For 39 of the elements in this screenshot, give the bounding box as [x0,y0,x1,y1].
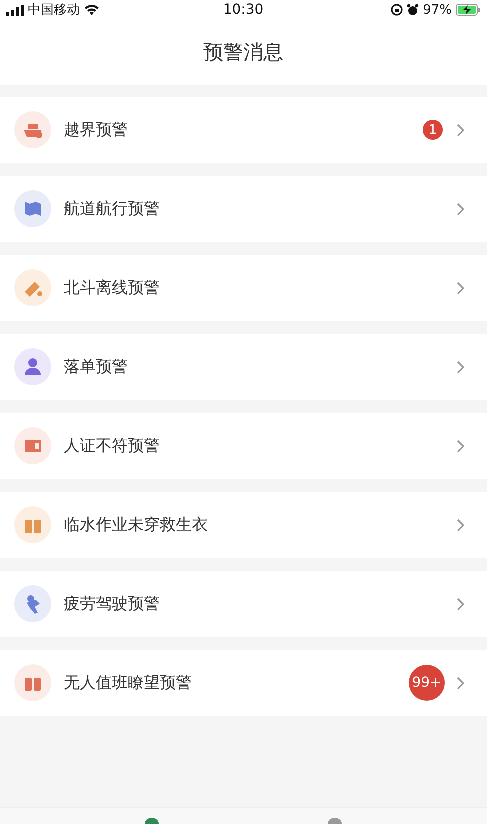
alert-label: 临水作业未穿救生衣 [64,514,209,536]
alert-label: 疲劳驾驶预警 [64,594,161,614]
chevron-right-icon [457,518,465,532]
chevron-right-icon [457,124,465,136]
page-title: 预警消息 [204,39,284,66]
map-icon [14,190,52,228]
alert-list-item[interactable]: 落单预警 [0,334,487,400]
alert-label: 北斗离线预警 [64,278,161,298]
alert-label: 航道航行预警 [64,198,161,220]
alert-label: 无人值班瞭望预警 [64,672,193,694]
alert-list-item[interactable]: 临水作业未穿救生衣 [0,492,487,558]
wifi-icon [84,4,100,16]
signal-icon [6,4,24,16]
person-icon [14,348,52,386]
alert-list-item[interactable]: 北斗离线预警 [0,255,487,321]
chevron-right-icon [457,598,465,610]
battery-percent: 97% [423,2,452,18]
status-time: 10:30 [223,2,264,18]
chevron-right-icon [457,360,465,374]
chevron-right-icon [457,676,465,690]
chevron-right-icon [457,282,465,294]
alert-list-item[interactable]: 越界预警 1 [0,97,487,163]
alert-list-item[interactable]: 疲劳驾驶预警 [0,571,487,637]
alert-label: 越界预警 [64,120,129,140]
count-badge: 1 [423,120,443,140]
id-card-icon [14,427,52,465]
carrier-name: 中国移动 [28,2,80,19]
alert-label: 人证不符预警 [64,436,161,456]
alert-list-item[interactable]: 人证不符预警 [0,413,487,479]
battery-charging-icon [456,4,481,16]
chevron-right-icon [457,440,465,452]
ship-icon [14,111,52,149]
alarm-icon [407,4,420,16]
count-badge: 99+ [409,665,445,701]
alert-list-item[interactable]: 航道航行预警 [0,176,487,242]
alert-label: 落单预警 [64,356,129,378]
rotation-lock-icon [391,4,404,16]
alert-list-item[interactable]: 无人值班瞭望预警 99+ [0,650,487,716]
chevron-right-icon [457,202,465,216]
